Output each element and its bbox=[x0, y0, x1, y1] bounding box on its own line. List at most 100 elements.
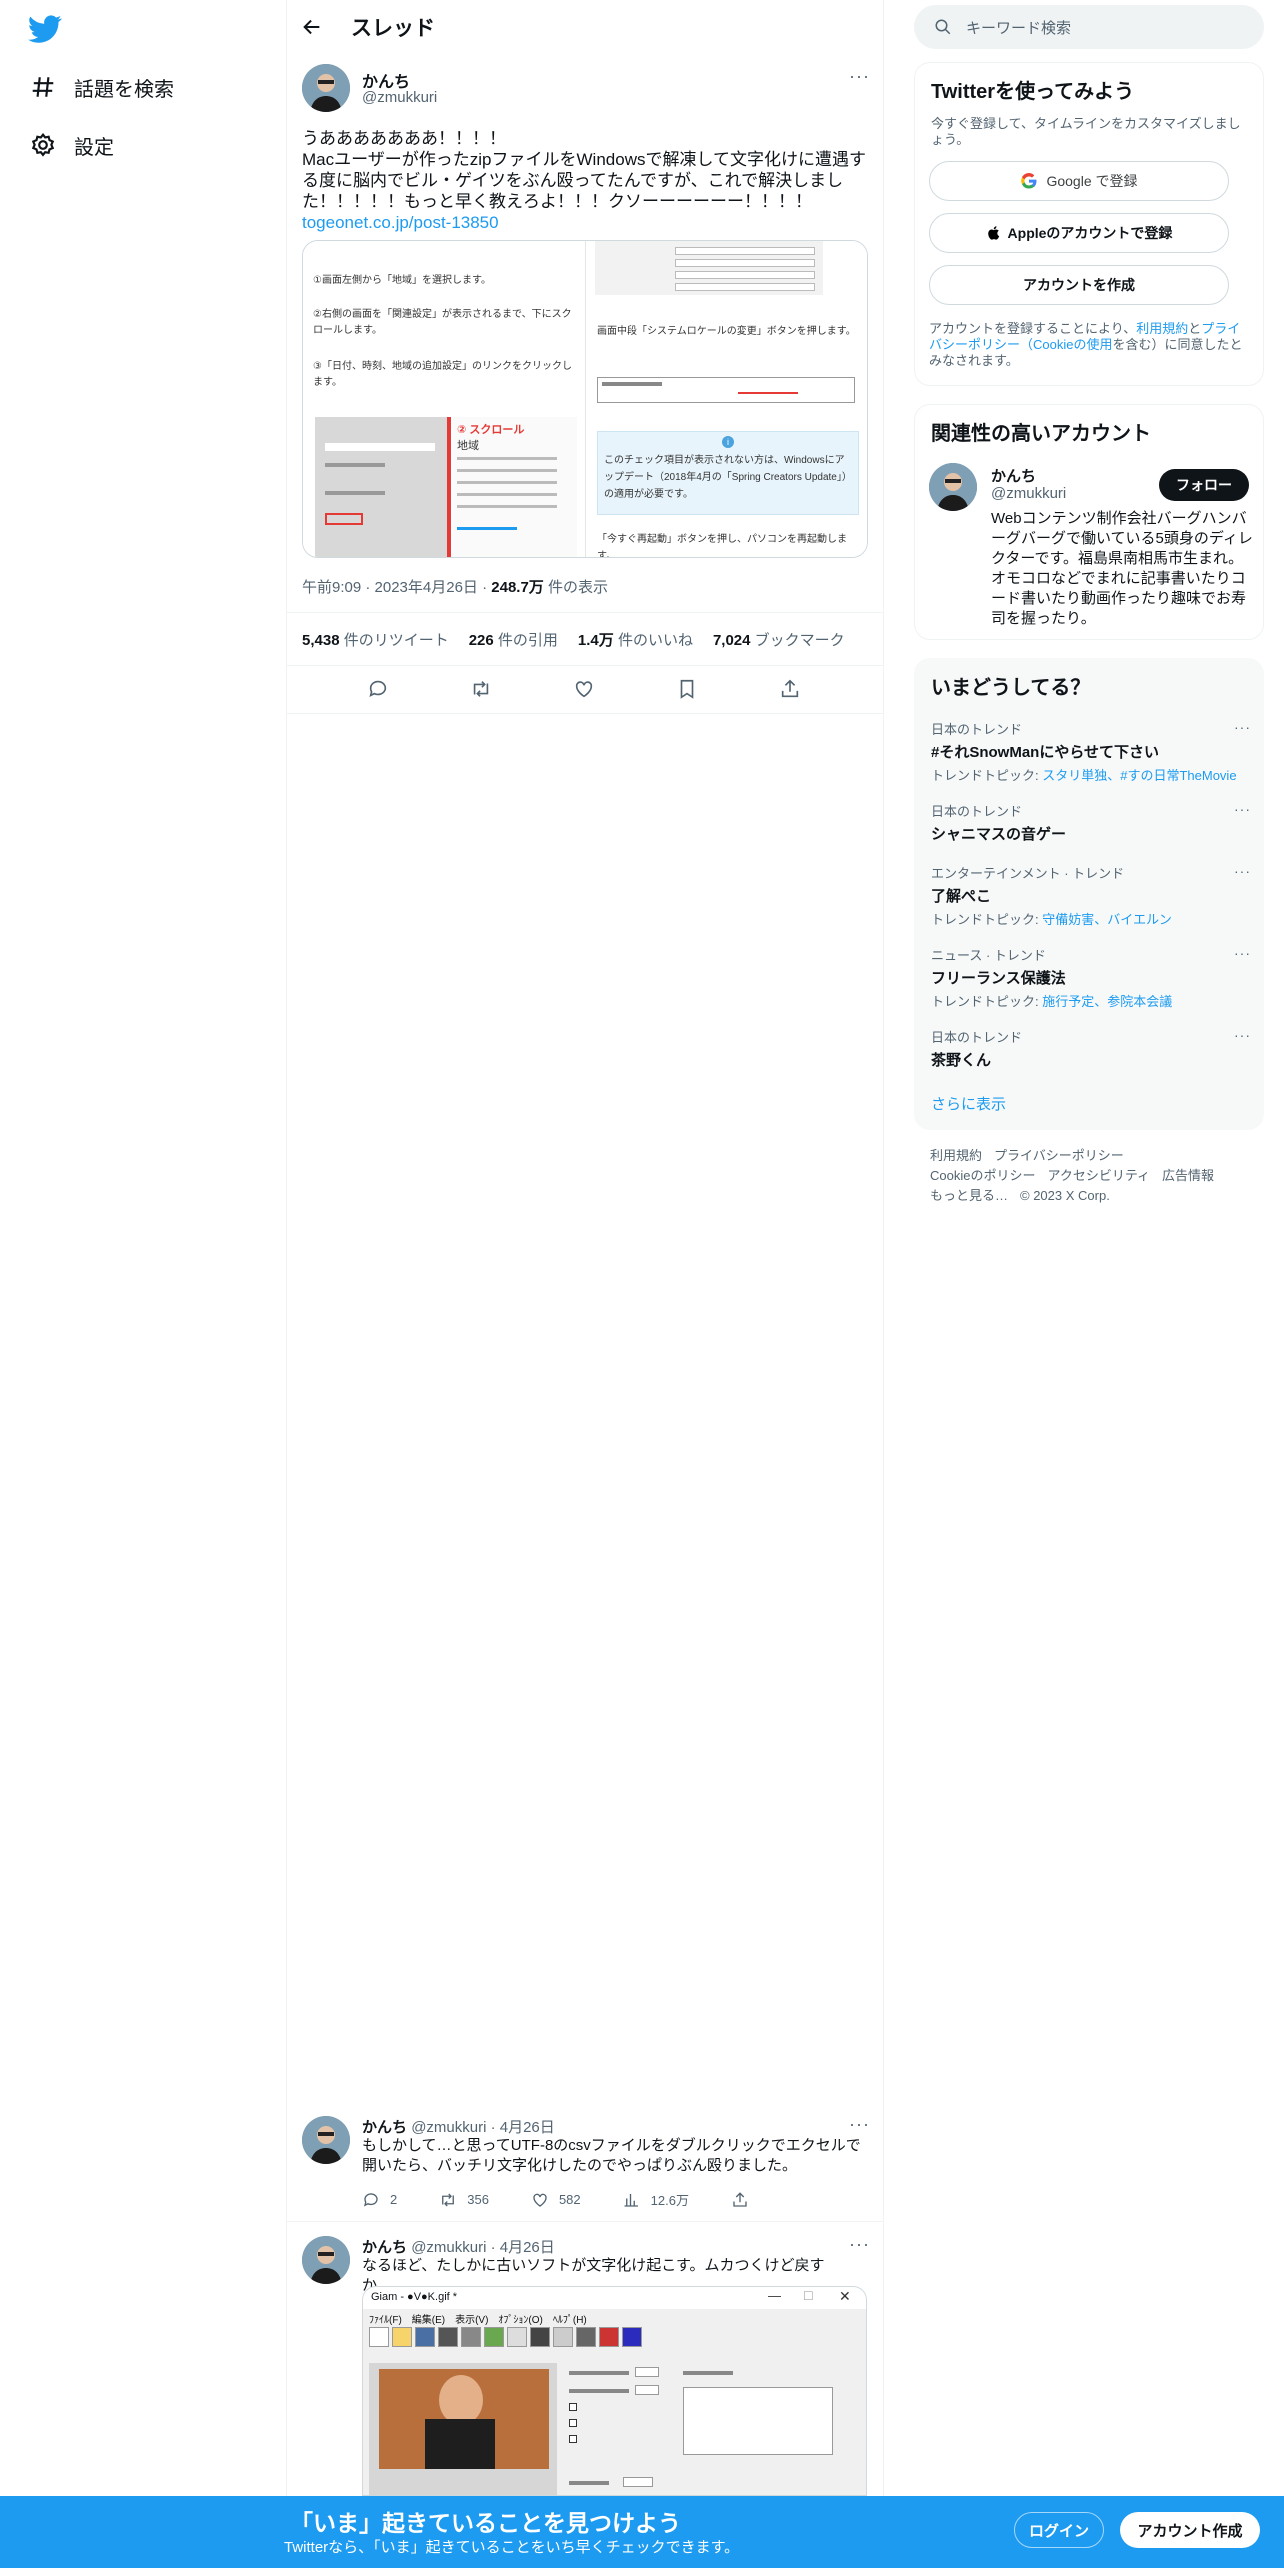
related-avatar[interactable] bbox=[929, 463, 977, 511]
tweet-link[interactable]: togeonet.co.jp/post-13850 bbox=[302, 212, 872, 233]
trend-item[interactable]: ニュース · トレンド フリーランス保護法 トレンドトピック: 施行予定、参院本… bbox=[931, 945, 1251, 1010]
retweets-count: 5,438 bbox=[302, 631, 340, 649]
footer-privacy-link[interactable]: プライバシーポリシー bbox=[994, 1148, 1124, 1163]
likes-count: 1.4万 bbox=[577, 631, 614, 649]
trend-title: #それSnowManにやらせて下さい bbox=[931, 744, 1160, 761]
views-count: 248.7万 bbox=[491, 579, 544, 596]
nav-explore-label: 話題を検索 bbox=[74, 78, 174, 101]
bookmarks-stat[interactable]: 7,024 ブックマーク bbox=[713, 629, 845, 650]
likes-stat[interactable]: 1.4万 件のいいね bbox=[578, 629, 693, 650]
trend-item[interactable]: 日本のトレンド #それSnowManにやらせて下さい トレンドトピック: スタリ… bbox=[931, 719, 1251, 784]
trend-category: ニュース · トレンド bbox=[931, 948, 1046, 963]
reply-more-icon[interactable]: ··· bbox=[849, 2234, 870, 2255]
follow-button[interactable]: フォロー bbox=[1159, 469, 1249, 501]
trend-item[interactable]: 日本のトレンド シャニマスの音ゲー ··· bbox=[931, 801, 1251, 844]
footer-accessibility-link[interactable]: アクセシビリティ bbox=[1047, 1168, 1150, 1183]
window-toolbar bbox=[369, 2327, 749, 2351]
author-handle[interactable]: @zmukkuri bbox=[362, 89, 437, 106]
apple-signup-label: Appleのアカウントで登録 bbox=[1007, 225, 1173, 241]
media-right-text2: 「今すぐ再起動」ボタンを押し、パソコンを再起動します。 bbox=[597, 534, 847, 558]
reply-name[interactable]: かんち bbox=[362, 2239, 407, 2256]
apple-signup-button[interactable]: Appleのアカウントで登録 bbox=[929, 213, 1229, 253]
trend-topic-label: トレンドトピック: bbox=[931, 912, 1043, 927]
share-icon[interactable] bbox=[779, 678, 803, 702]
trend-item[interactable]: エンターテインメント · トレンド 了解ぺこ トレンドトピック: 守備妨害、バイ… bbox=[931, 863, 1251, 928]
region-label: 地域 bbox=[457, 440, 479, 452]
trend-title: 了解ぺこ bbox=[931, 888, 992, 905]
media-step2: ②右側の画面を「関連設定」が表示されるまで、下にスクロールします。 bbox=[313, 309, 572, 336]
reply-handle[interactable]: @zmukkuri · 4月26日 bbox=[411, 2119, 555, 2136]
more-options-icon[interactable]: ··· bbox=[849, 66, 870, 87]
trend-topic-links[interactable]: スタリ単独、#すの日常TheMovie bbox=[1042, 768, 1236, 783]
reply-like-button[interactable]: 582 bbox=[531, 2191, 581, 2209]
trend-category: エンターテインメント · トレンド bbox=[931, 866, 1125, 881]
reply-tweet-2[interactable]: かんち @zmukkuri · 4月26日 ··· なるほど、たしかに古いソフト… bbox=[287, 2232, 883, 2496]
trend-topic-links[interactable]: 守備妨害、バイエルン bbox=[1042, 912, 1172, 927]
reply-share-button[interactable] bbox=[731, 2191, 759, 2209]
main-column: スレッド かんち @zmukkuri ··· うあああああああ！！！！ Macユ… bbox=[286, 0, 884, 2568]
reply-header: かんち @zmukkuri · 4月26日 bbox=[362, 2236, 555, 2257]
footer-terms-link[interactable]: 利用規約 bbox=[930, 1148, 982, 1163]
footer-more-link[interactable]: もっと見る… bbox=[930, 1188, 1008, 1203]
settings-screenshot-left bbox=[315, 417, 447, 557]
minimize-icon: — bbox=[768, 2288, 781, 2303]
author-avatar[interactable] bbox=[302, 64, 350, 112]
reply-avatar[interactable] bbox=[302, 2236, 350, 2284]
reply-reply-button[interactable]: 2 bbox=[362, 2191, 397, 2209]
back-arrow-icon[interactable] bbox=[301, 16, 323, 38]
info-note-box: i このチェック項目が表示されない方は、Windowsにアップデート（2018年… bbox=[597, 431, 859, 515]
reply-actions: 2 356 582 12.6万 bbox=[362, 2190, 801, 2209]
nav-settings[interactable]: 設定 bbox=[28, 123, 114, 167]
media-image-left: ①画面左側から「地域」を選択します。 ②右側の画面を「関連設定」が表示されるまで… bbox=[303, 241, 586, 557]
search-box[interactable]: キーワード検索 bbox=[914, 5, 1264, 49]
banner-title: 「いま」起きていることを見つけよう bbox=[290, 2510, 681, 2536]
views-icon bbox=[624, 2193, 638, 2207]
trend-more-icon[interactable]: ··· bbox=[1234, 945, 1251, 961]
signup-button[interactable]: アカウント作成 bbox=[1120, 2512, 1260, 2548]
reply-avatar[interactable] bbox=[302, 2116, 350, 2164]
create-account-button[interactable]: アカウントを作成 bbox=[929, 265, 1229, 305]
nav-explore[interactable]: 話題を検索 bbox=[28, 65, 174, 109]
trend-topics: トレンドトピック: 施行予定、参院本会議 bbox=[931, 991, 1251, 1010]
bookmark-icon[interactable] bbox=[676, 678, 700, 702]
trend-more-icon[interactable]: ··· bbox=[1234, 719, 1251, 735]
trend-more-icon[interactable]: ··· bbox=[1234, 1027, 1251, 1043]
related-handle[interactable]: @zmukkuri bbox=[991, 485, 1066, 502]
trend-topic-links[interactable]: 施行予定、参院本会議 bbox=[1042, 994, 1172, 1009]
related-accounts-card: 関連性の高いアカウント かんち @zmukkuri フォロー Webコンテンツ制… bbox=[914, 404, 1264, 640]
footer-links: 利用規約 プライバシーポリシー Cookieのポリシー アクセシビリティ 広告情報 も… bbox=[930, 1146, 1260, 1206]
retweets-stat[interactable]: 5,438 件のリツイート bbox=[302, 629, 449, 650]
reply-icon[interactable] bbox=[367, 678, 391, 702]
footer-cookie-link[interactable]: Cookieのポリシー bbox=[930, 1168, 1035, 1183]
gif-settings-panel bbox=[563, 2363, 863, 2495]
banner-subtitle: Twitterなら、「いま」起きていることをいち早くチェックできます。 bbox=[284, 2539, 740, 2556]
twitter-logo-icon[interactable] bbox=[28, 12, 62, 46]
reply-more-icon[interactable]: ··· bbox=[849, 2114, 870, 2135]
google-signup-label: Google で登録 bbox=[1046, 173, 1138, 189]
reply-name[interactable]: かんち bbox=[362, 2119, 407, 2136]
reply-retweet-button[interactable]: 356 bbox=[439, 2191, 489, 2209]
trend-item[interactable]: 日本のトレンド 茶野くん ··· bbox=[931, 1027, 1251, 1070]
google-signup-button[interactable]: Google で登録 bbox=[929, 161, 1229, 201]
reply-views-button[interactable]: 12.6万 bbox=[623, 2190, 689, 2209]
reply-tweet-1[interactable]: かんち @zmukkuri · 4月26日 ··· もしかして…と思ってUTF-… bbox=[287, 2112, 883, 2222]
terms-link[interactable]: 利用規約 bbox=[1136, 321, 1188, 336]
trend-title: シャニマスの音ゲー bbox=[931, 826, 1067, 843]
reply-media-window[interactable]: Giam - ●V●K.gif * — ☐ ✕ ﾌｧｲﾙ(F) 編集(E) 表示… bbox=[362, 2286, 867, 2496]
dialog-screenshot bbox=[597, 377, 855, 403]
reply-handle[interactable]: @zmukkuri · 4月26日 bbox=[411, 2239, 555, 2256]
tweet-media[interactable]: ①画面左側から「地域」を選択します。 ②右側の画面を「関連設定」が表示されるまで… bbox=[302, 240, 868, 558]
trend-more-icon[interactable]: ··· bbox=[1234, 863, 1251, 879]
like-icon[interactable] bbox=[573, 678, 597, 702]
trend-more-icon[interactable]: ··· bbox=[1234, 801, 1251, 817]
quotes-stat[interactable]: 226 件の引用 bbox=[469, 629, 558, 650]
footer-ads-link[interactable]: 広告情報 bbox=[1162, 1168, 1214, 1183]
show-more-link[interactable]: さらに表示 bbox=[931, 1093, 1006, 1114]
window-title: Giam - ●V●K.gif * bbox=[371, 2291, 458, 2303]
login-button[interactable]: ログイン bbox=[1014, 2512, 1104, 2548]
related-name[interactable]: かんち bbox=[991, 465, 1036, 486]
tweet-time[interactable]: 午前9:09 · 2023年4月26日 · bbox=[302, 579, 491, 596]
retweet-icon[interactable] bbox=[470, 678, 494, 702]
page-title: スレッド bbox=[351, 17, 435, 40]
trend-category: 日本のトレンド bbox=[931, 722, 1023, 737]
